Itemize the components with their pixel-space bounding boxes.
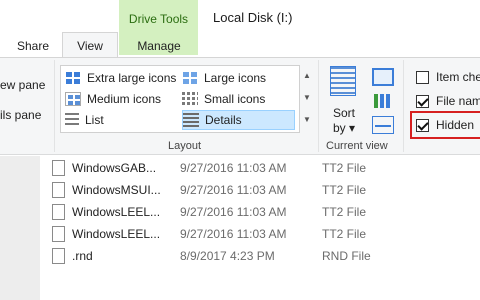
file-row[interactable]: WindowsLEEL... 9/27/2016 11:03 AM TT2 File [44, 201, 480, 223]
sort-by-label-line2: by ▾ [332, 121, 356, 135]
tab-share[interactable]: Share [14, 39, 52, 57]
sort-by-label-line1: Sort [332, 106, 355, 120]
layout-item-label: List [85, 113, 104, 127]
size-columns-to-fit-icon[interactable] [372, 116, 394, 134]
add-columns-icon[interactable] [372, 92, 394, 110]
layout-medium-icons[interactable]: Medium icons [65, 89, 161, 109]
item-check-boxes-checkbox[interactable] [416, 70, 429, 84]
file-name: .rnd [72, 249, 93, 263]
layout-gallery: Extra large icons Large icons Medium ico… [60, 65, 300, 133]
more-icon[interactable]: ▼ [300, 109, 314, 131]
layout-list[interactable]: List [65, 110, 104, 130]
layout-item-label: Extra large icons [87, 71, 177, 85]
layout-details[interactable]: Details [182, 110, 295, 130]
ribbon-separator [403, 60, 404, 152]
hidden-items-highlight [410, 111, 480, 139]
drive-tools-context-label: Drive Tools [128, 12, 189, 26]
layout-large-icons[interactable]: Large icons [182, 68, 266, 88]
file-name: WindowsLEEL... [72, 205, 161, 219]
window-title: Local Disk (I:) [213, 10, 293, 25]
file-row[interactable]: WindowsMSUI... 9/27/2016 11:03 AM TT2 File [44, 179, 480, 201]
file-type: TT2 File [322, 183, 367, 197]
checkbox-label: Item che [436, 70, 480, 84]
file-type: RND File [322, 249, 371, 263]
ribbon-separator [318, 60, 319, 152]
file-type: TT2 File [322, 227, 367, 241]
details-icon [183, 113, 199, 127]
preview-pane-button[interactable]: ew pane [0, 78, 45, 92]
layout-item-label: Medium icons [87, 92, 162, 106]
sort-by-button[interactable]: Sort by ▾ [331, 106, 357, 136]
scroll-up-icon[interactable]: ▲ [300, 65, 314, 87]
file-name: WindowsMSUI... [72, 183, 161, 197]
navigation-pane-edge [0, 156, 40, 300]
file-date-modified: 9/27/2016 11:03 AM [180, 183, 287, 197]
file-row[interactable]: .rnd 8/9/2017 4:23 PM RND File [44, 245, 480, 267]
file-date-modified: 9/27/2016 11:03 AM [180, 161, 287, 175]
layout-extra-large-icons[interactable]: Extra large icons [65, 68, 176, 88]
checkbox-label: File nam [436, 94, 480, 108]
tab-view[interactable]: View [62, 32, 118, 58]
file-date-modified: 8/9/2017 4:23 PM [180, 249, 275, 263]
extra-large-icons-icon [65, 71, 81, 85]
file-row[interactable]: WindowsGAB... 9/27/2016 11:03 AM TT2 File [44, 157, 480, 179]
file-name: WindowsGAB... [72, 161, 157, 175]
layout-small-icons[interactable]: Small icons [182, 89, 265, 109]
gallery-scroll[interactable]: ▲ ▼ ▼ [300, 65, 314, 133]
group-by-icon[interactable] [372, 68, 394, 86]
sort-by-icon[interactable] [330, 66, 356, 96]
file-type: TT2 File [322, 161, 367, 175]
scroll-down-icon[interactable]: ▼ [300, 87, 314, 109]
file-name: WindowsLEEL... [72, 227, 161, 241]
tab-manage[interactable]: Manage [128, 39, 190, 57]
file-name-extensions-checkbox[interactable] [416, 94, 429, 108]
large-icons-icon [182, 71, 198, 85]
small-icons-icon [182, 92, 198, 106]
file-row[interactable]: WindowsLEEL... 9/27/2016 11:03 AM TT2 File [44, 223, 480, 245]
layout-item-label: Large icons [204, 71, 267, 85]
ribbon-separator [54, 60, 55, 152]
layout-item-label: Details [205, 113, 242, 127]
group-label-current-view: Current view [326, 140, 388, 152]
group-label-layout: Layout [168, 140, 202, 152]
file-date-modified: 9/27/2016 11:03 AM [180, 205, 287, 219]
details-pane-button[interactable]: ils pane [0, 108, 41, 122]
item-check-boxes-option[interactable]: Item che [416, 68, 480, 86]
file-name-extensions-option[interactable]: File nam [416, 92, 480, 110]
medium-icons-icon [65, 92, 81, 106]
file-type: TT2 File [322, 205, 367, 219]
layout-item-label: Small icons [204, 92, 266, 106]
file-date-modified: 9/27/2016 11:03 AM [180, 227, 287, 241]
list-icon [65, 113, 79, 127]
